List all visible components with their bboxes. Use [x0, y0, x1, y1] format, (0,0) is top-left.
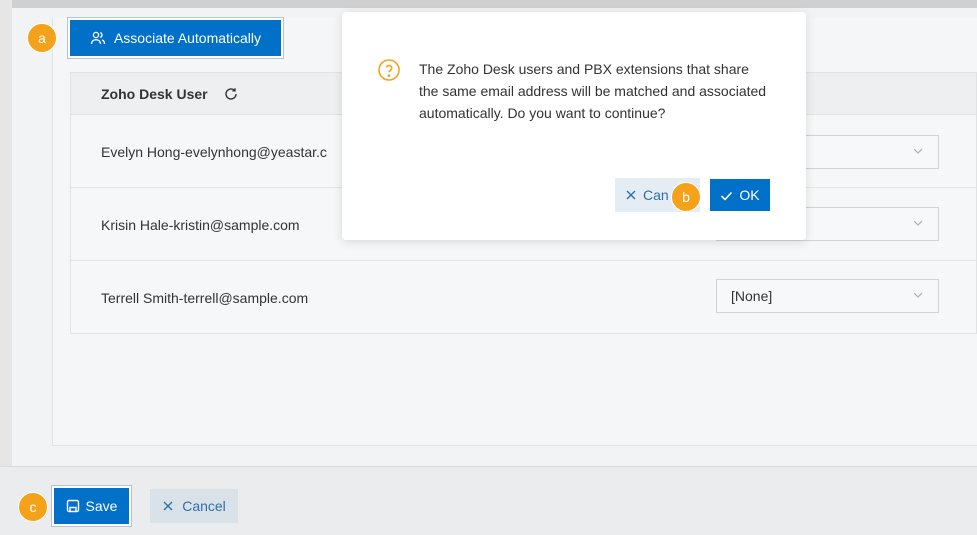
- top-edge: [10, 0, 977, 8]
- chevron-down-icon: [913, 292, 923, 298]
- page-background: Associate Automatically Zoho Desk User E…: [0, 0, 977, 535]
- cancel-button[interactable]: Cancel: [150, 489, 238, 523]
- check-icon: [721, 191, 733, 201]
- question-icon: [378, 59, 400, 81]
- callout-badge-c: c: [18, 492, 48, 522]
- extension-select-value: [None]: [731, 288, 773, 304]
- footer-bar: [0, 466, 977, 535]
- save-button[interactable]: Save: [51, 485, 132, 527]
- row-user: Krisin Hale-kristin@sample.com: [101, 216, 300, 233]
- dialog-message: The Zoho Desk users and PBX extensions t…: [419, 61, 767, 121]
- close-icon: [626, 190, 636, 200]
- save-icon: [66, 499, 79, 513]
- column-header-zoho-desk-user: Zoho Desk User: [101, 85, 208, 102]
- callout-badge-a: a: [27, 23, 57, 53]
- callout-badge-b: b: [671, 182, 701, 212]
- chevron-down-icon: [913, 148, 923, 154]
- confirm-dialog: The Zoho Desk users and PBX extensions t…: [342, 12, 806, 240]
- dialog-ok-label: OK: [739, 187, 760, 203]
- refresh-icon[interactable]: [224, 87, 238, 101]
- extension-select[interactable]: [None]: [716, 279, 939, 313]
- save-label: Save: [85, 498, 118, 514]
- cancel-label: Cancel: [182, 498, 226, 514]
- dialog-cancel-label: Can: [643, 187, 669, 203]
- row-user: Terrell Smith-terrell@sample.com: [101, 289, 309, 306]
- users-icon: [90, 30, 106, 46]
- row-user: Evelyn Hong-evelynhong@yeastar.c: [101, 143, 327, 160]
- chevron-down-icon: [913, 220, 923, 226]
- associate-automatically-label: Associate Automatically: [113, 30, 262, 46]
- dialog-ok-button[interactable]: OK: [709, 178, 771, 212]
- close-icon: [163, 501, 173, 511]
- table-row: Terrell Smith-terrell@sample.com [None]: [71, 262, 976, 334]
- left-edge: [0, 0, 12, 470]
- associate-automatically-button[interactable]: Associate Automatically: [67, 17, 284, 59]
